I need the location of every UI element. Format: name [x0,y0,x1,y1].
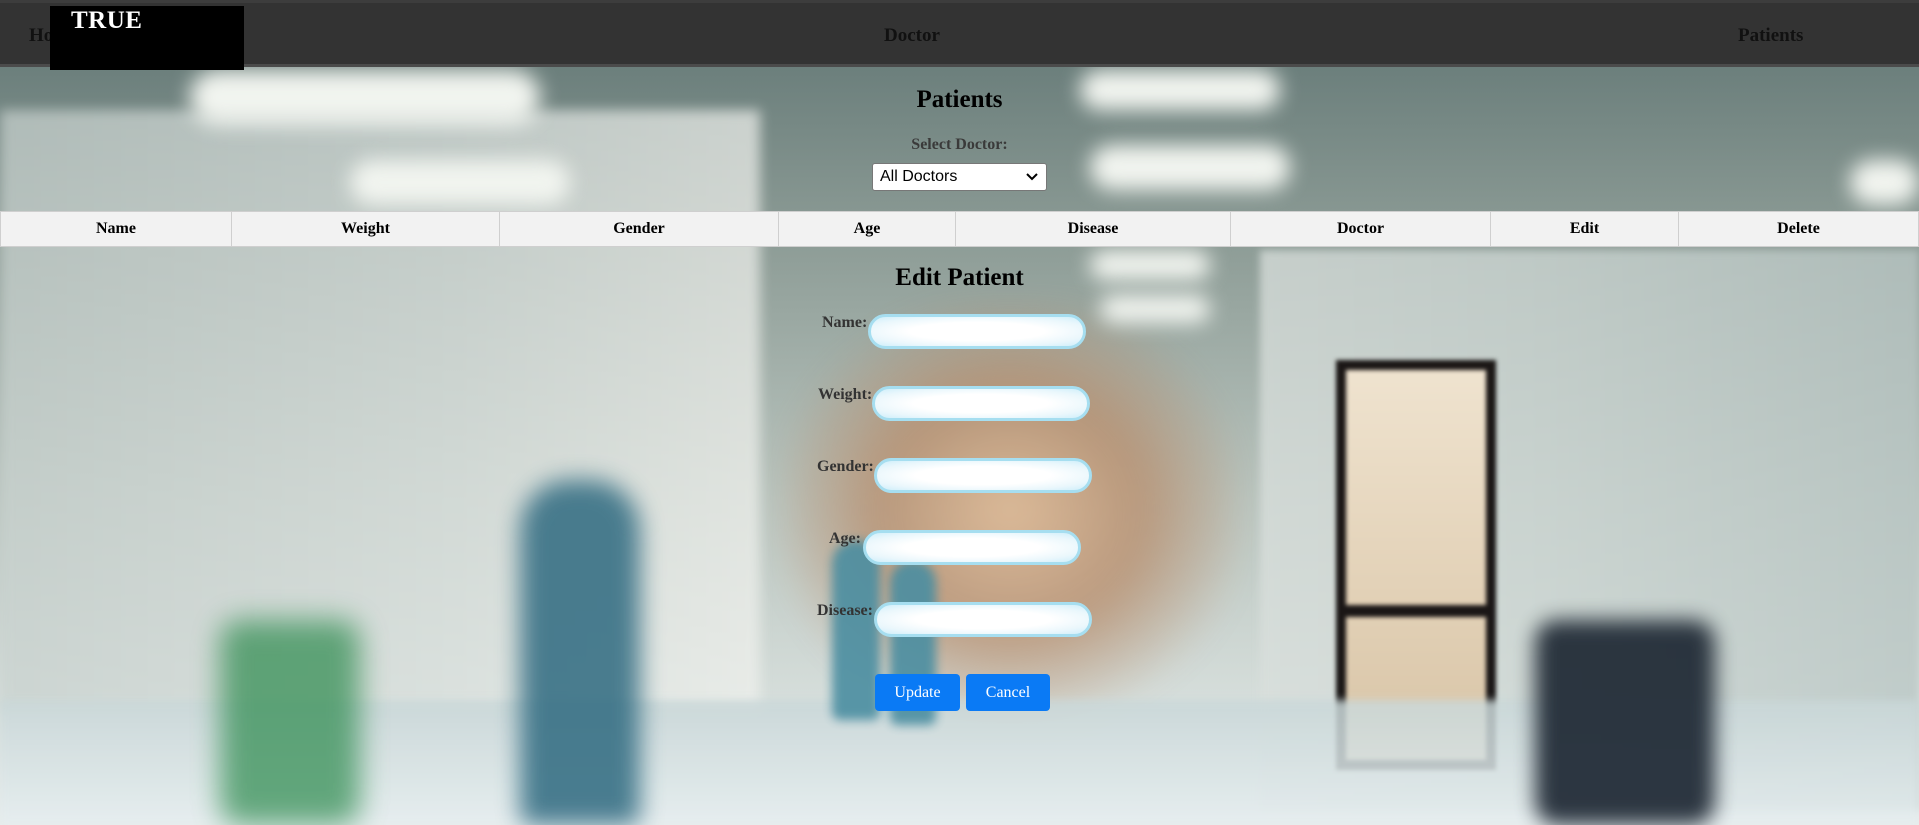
age-label: Age: [829,530,861,547]
nav-doctor-link[interactable]: Doctor [884,25,940,47]
name-input[interactable] [868,314,1086,349]
cancel-button[interactable]: Cancel [966,674,1050,711]
bg-ceiling-light [1100,295,1210,323]
doctor-select-value: All Doctors [880,168,958,185]
page-title: Patients [916,86,1003,113]
weight-label: Weight: [818,386,873,403]
patients-table-header: Name Weight Gender Age Disease Doctor Ed… [0,211,1919,247]
edit-patient-title: Edit Patient [895,264,1024,291]
bg-ceiling-light [1850,160,1919,205]
column-header-edit[interactable]: Edit [1491,212,1679,246]
bg-person [832,540,880,720]
top-navbar: Home TRUE Doctor Patients [0,0,1919,70]
weight-input[interactable] [872,386,1090,421]
gender-input[interactable] [874,458,1092,493]
bg-bin [1535,620,1715,825]
chevron-down-icon [1026,173,1038,181]
update-button[interactable]: Update [875,674,960,711]
nav-patients-link[interactable]: Patients [1738,25,1803,47]
select-doctor-label: Select Doctor: [911,136,1008,153]
brand-text: TRUE [71,7,143,34]
column-header-age[interactable]: Age [779,212,956,246]
age-input[interactable] [863,530,1081,565]
gender-label: Gender: [817,458,874,475]
column-header-doctor[interactable]: Doctor [1231,212,1491,246]
column-header-weight[interactable]: Weight [232,212,500,246]
column-header-name[interactable]: Name [1,212,232,246]
column-header-disease[interactable]: Disease [956,212,1231,246]
column-header-delete[interactable]: Delete [1679,212,1918,246]
column-header-gender[interactable]: Gender [500,212,779,246]
doctor-select[interactable]: All Doctors [872,163,1047,191]
disease-input[interactable] [874,602,1092,637]
brand-logo[interactable]: TRUE [50,6,244,70]
name-label: Name: [822,314,868,331]
bg-ceiling-light [350,160,570,205]
bg-person [520,480,640,825]
disease-label: Disease: [817,602,873,619]
bg-cart [220,620,360,825]
